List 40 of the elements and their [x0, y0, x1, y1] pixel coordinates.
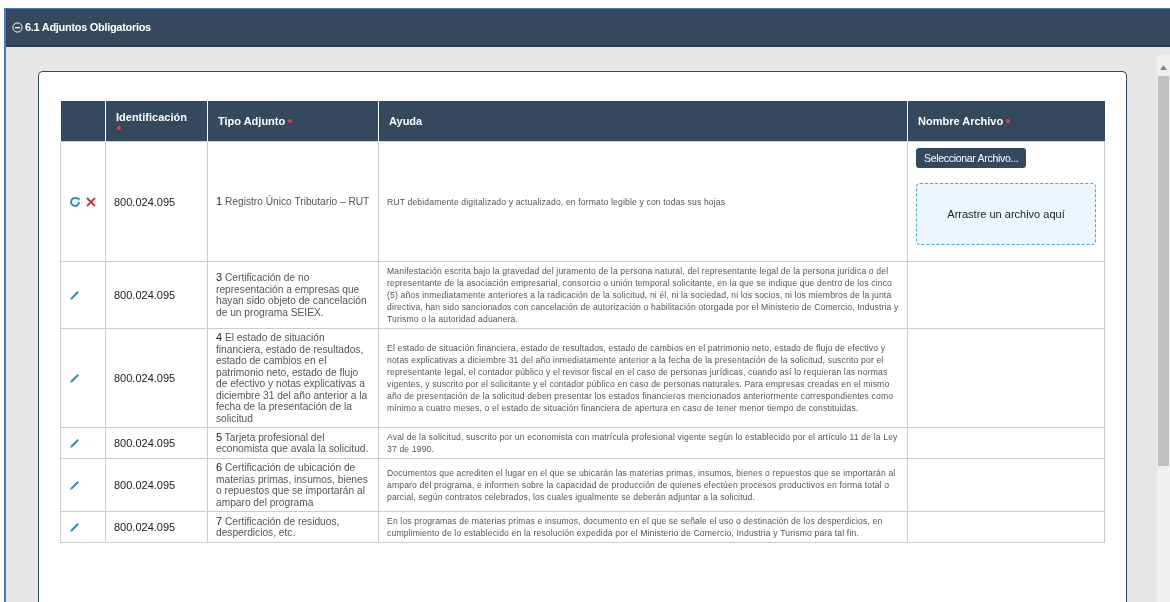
header-label: Tipo Adjunto — [218, 115, 286, 127]
help-text: En los programas de materias primas e insumos, documento en el que se señale el uso o destinación de los desperdicios, en cumplimiento de lo establecido en la resolución expedida por el Ministerio de Comercio, Industria y Turismo para tal fin. — [387, 515, 884, 540]
section-title: 6.1 Adjuntos Obligatorios — [25, 21, 151, 33]
help-text: Aval de la solicitud, suscrito por un economista con matrícula profesional vigente según lo establecido por el artículo 11 de la Ley 37 de 1990. — [387, 431, 899, 456]
identification-cell: 800.024.095 — [114, 437, 176, 449]
identification-cell: 800.024.095 — [114, 195, 176, 208]
attachment-type-text: 3 Certificación de no representación a empresas que hayan sido objeto de cancelación de un programa SEIEX. — [216, 270, 368, 320]
section-header[interactable]: 6.1 Adjuntos Obligatorios — [6, 9, 1170, 47]
pencil-icon[interactable] — [69, 479, 80, 491]
help-text: RUT debidamente digitalizado y actualizado, en formato legible y con todas sus hojas — [387, 195, 727, 209]
identification-cell: 800.024.095 — [114, 372, 176, 384]
attachment-type-text: 5 Tarjeta profesional del economista que avala la solicitud. — [216, 429, 370, 456]
delete-icon[interactable] — [86, 196, 96, 207]
attachment-type-text: 7 Certificación de residuos, desperdicios, etc. — [216, 513, 341, 540]
pencil-icon[interactable] — [69, 289, 80, 301]
attachment-type-text: 4 El estado de situación financiera, estado de resultados, estado de cambios en el patrimonio neto, estado de flujo de efectivo y notas explicativas a diciembre 31 del año anterior a la fecha de la presentación de la solicitud — [216, 330, 369, 426]
attachment-type-text: 6 Certificación de ubicación de materias primas, insumos, bienes o repuestos que se importarán al amparo del programa — [216, 460, 369, 510]
attachment-type-text: 1 Registro Único Tributario – RUT — [216, 193, 370, 209]
identification-cell: 800.024.095 — [114, 479, 176, 491]
required-icon — [287, 118, 294, 124]
drop-zone[interactable]: Arrastre un archivo aquí — [916, 183, 1096, 245]
help-text: Manifestación escrita bajo la gravedad del juramento de la persona natural, del representante legal de la persona jurídica o del representante de la asociación empresarial, consorcio o unión temporal solicitante, en la que se indique que dentro de los cinco (5) años inmediatamente anteriores a la radicación de la solicitud, ni él, ni la sociedad, ni los socios, ni los miembros de la junta directiva, han sido sancionados con cancelación de autorización o habilitación otorgada por el Ministerio de Comercio, Industria y Turismo o la autoridad aduanera. — [387, 265, 899, 326]
pencil-icon[interactable] — [69, 521, 80, 533]
pencil-icon[interactable] — [69, 437, 80, 449]
required-icon — [116, 125, 122, 131]
required-icon — [1005, 118, 1012, 124]
identification-cell: 800.024.095 — [114, 289, 176, 301]
header-label: Ayuda — [389, 115, 423, 127]
refresh-icon[interactable] — [69, 195, 81, 208]
select-file-button[interactable]: Seleccionar Archivo... — [916, 148, 1027, 168]
scroll-up-icon[interactable] — [1160, 65, 1167, 70]
help-text: Documentos que acrediten el lugar en el que se ubicarán las materias primas, insumos, bienes o repuestos que se importarán al amparo del programa, e informen sobre la capacidad de producción de quienes efectúen procesos productivos en forma total o parcial, según contratos celebrados, los cuales igualmente se deberán adjuntar a la solicitud. — [387, 467, 897, 504]
scrollbar[interactable] — [1157, 55, 1170, 602]
header-label: Nombre Archivo — [918, 115, 1004, 127]
collapse-icon[interactable] — [12, 21, 23, 33]
header-label: Identificación — [116, 111, 187, 123]
identification-cell: 800.024.095 — [114, 521, 176, 533]
help-text: El estado de situación financiera, estado de resultados, estado de cambios en el patrimonio neto, estado de flujo de efectivo y notas explicativas a diciembre 31 del año inmediatamente anterior a la fecha de la presentación de la solicitud, suscrito por el representante legal, el contador público y el revisor fiscal en el caso de personas jurídicas, cuando así lo requieran las normas vigentes, y suscrito por el solicitante y el contador público en caso de personas naturales. Para empresas creadas en el mismo año de presentación de la solicitud deben presentar los estados financieros mencionados anteriormente correspondientes como mínimo a cuatro meses, o el estado de situación financiera de apertura en caso de tener menor tiempo de constituidas. — [387, 342, 895, 415]
scrollbar-thumb[interactable] — [1158, 76, 1169, 466]
pencil-icon[interactable] — [69, 372, 80, 384]
